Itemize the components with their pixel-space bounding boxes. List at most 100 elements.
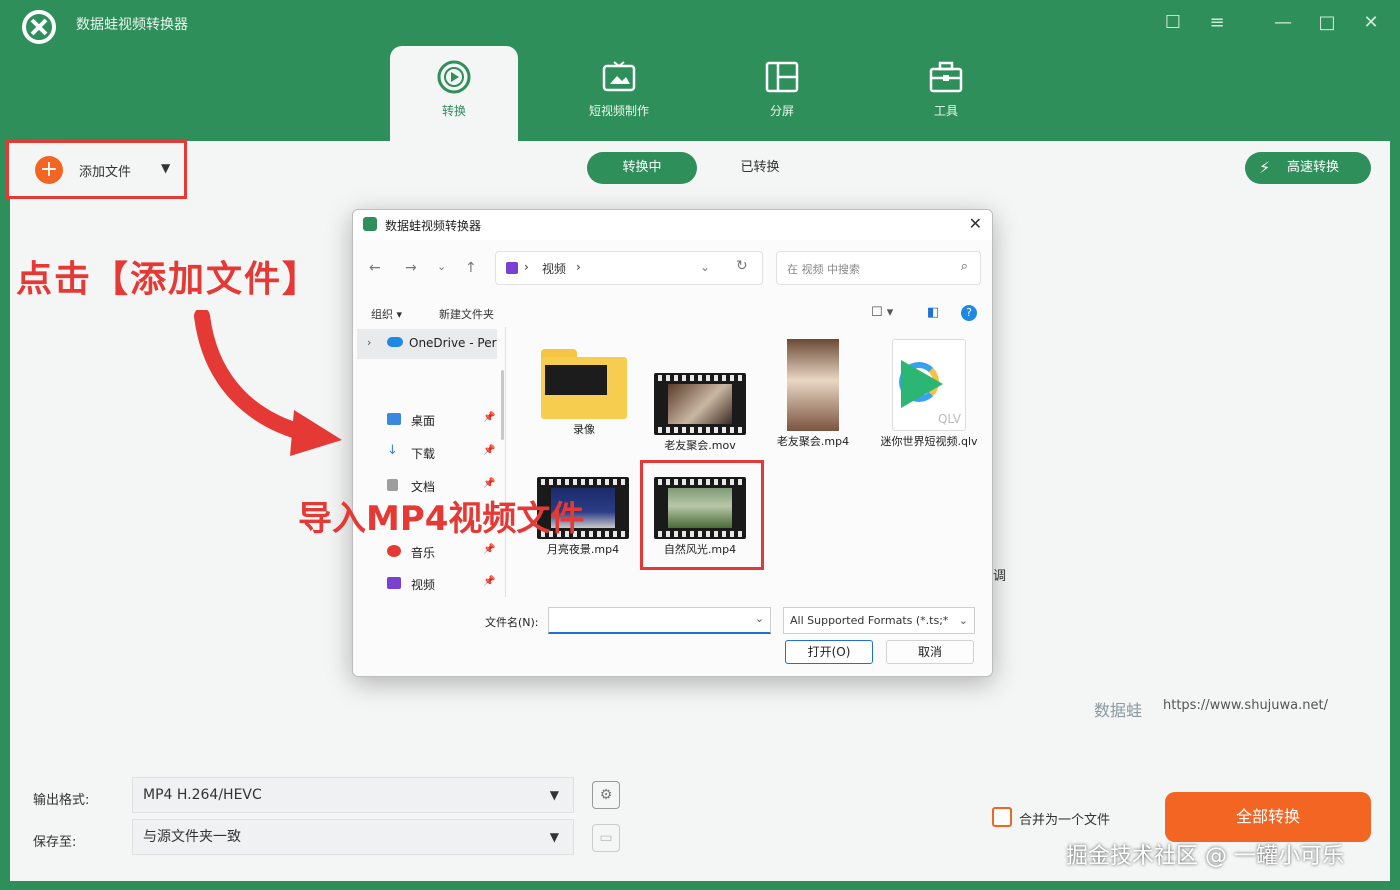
- app-window: 数据蛙视频转换器 ☐ ≡ — □ ✕ 转换 短视频制作 分屏 工具 + 添加文件…: [0, 0, 1400, 890]
- chevron-right-icon: ›: [576, 260, 581, 274]
- convert-icon: [437, 60, 471, 94]
- annotation-arrow-icon: [194, 310, 342, 456]
- merge-checkbox[interactable]: [992, 807, 1012, 827]
- nav-item-music[interactable]: 音乐 📌: [387, 539, 497, 565]
- organize-menu[interactable]: 组织 ▾: [371, 306, 402, 322]
- brand-url[interactable]: https://www.shujuwa.net/: [1163, 698, 1328, 713]
- filename-label: 文件名(N):: [485, 616, 539, 629]
- music-icon: [387, 545, 401, 557]
- chevron-right-icon[interactable]: ›: [367, 336, 371, 349]
- pane-divider: [505, 327, 506, 597]
- refresh-icon[interactable]: ↻: [736, 258, 748, 274]
- settings-icon[interactable]: ⚙: [592, 781, 620, 809]
- close-icon[interactable]: ✕: [969, 214, 982, 233]
- pin-icon: 📌: [483, 576, 496, 587]
- menu-icon[interactable]: ≡: [1204, 10, 1230, 36]
- view-options-icon[interactable]: ☐ ▾: [871, 305, 893, 320]
- folder-icon[interactable]: ▭: [592, 824, 620, 852]
- tab-tools[interactable]: 工具: [882, 46, 1010, 142]
- file-item-folder[interactable]: 录像: [534, 349, 634, 437]
- up-icon[interactable]: ↑: [465, 260, 477, 276]
- tab-label: 工具: [933, 104, 958, 118]
- file-type-select[interactable]: All Supported Formats (*.ts;* ⌄: [783, 607, 975, 634]
- nav-item-downloads[interactable]: ↓ 下载 📌: [387, 440, 497, 466]
- chevron-down-icon: ⌄: [958, 608, 968, 633]
- split-screen-icon: [765, 61, 799, 93]
- file-item-video[interactable]: 老友聚会.mov: [650, 373, 750, 453]
- file-name: 老友聚会.mp4: [776, 435, 850, 448]
- fast-convert-label: 高速转换: [1287, 160, 1340, 175]
- document-icon: [387, 479, 398, 491]
- app-logo-icon: [22, 10, 56, 44]
- side-note: 调: [993, 569, 1007, 584]
- chevron-down-icon: ▼: [549, 788, 559, 802]
- lightning-icon: ⚡: [1259, 158, 1271, 177]
- nav-item-label: 桌面: [411, 414, 436, 428]
- pin-icon: 📌: [483, 412, 496, 423]
- search-placeholder: 在 视频 中搜索: [787, 263, 860, 276]
- filename-input[interactable]: ⌄: [548, 607, 771, 634]
- forward-icon[interactable]: →: [405, 260, 417, 276]
- nav-item-label: OneDrive - Per: [409, 336, 497, 350]
- add-file-button[interactable]: + 添加文件 ▼: [6, 140, 187, 199]
- nav-item-label: 音乐: [411, 546, 436, 560]
- tab-split-screen[interactable]: 分屏: [718, 46, 846, 142]
- nav-item-desktop[interactable]: 桌面 📌: [387, 407, 497, 433]
- download-icon: ↓: [387, 443, 398, 458]
- search-input[interactable]: 在 视频 中搜索 ⌕: [776, 251, 981, 285]
- annotation-import-mp4: 导入MP4视频文件: [298, 499, 585, 539]
- minimize-icon[interactable]: —: [1270, 10, 1296, 36]
- save-to-select[interactable]: 与源文件夹一致 ▼: [132, 819, 574, 855]
- address-path[interactable]: 视频: [542, 260, 566, 277]
- tab-converting[interactable]: 转换中: [587, 152, 697, 184]
- merge-label: 合并为一个文件: [1019, 813, 1111, 828]
- preview-pane-icon[interactable]: ◧: [927, 305, 939, 320]
- onedrive-icon: [387, 337, 403, 347]
- file-item-video[interactable]: 老友聚会.mp4: [763, 339, 863, 449]
- maximize-icon[interactable]: □: [1314, 10, 1340, 36]
- chevron-down-icon[interactable]: ⌄: [437, 260, 446, 273]
- chevron-down-icon[interactable]: ⌄: [755, 612, 764, 625]
- new-folder-button[interactable]: 新建文件夹: [439, 306, 494, 322]
- file-type-value: All Supported Formats (*.ts;*: [790, 614, 949, 627]
- app-title: 数据蛙视频转换器: [76, 17, 188, 33]
- feedback-icon[interactable]: ☐: [1160, 10, 1186, 36]
- open-button[interactable]: 打开(O): [785, 640, 873, 664]
- tab-short-video[interactable]: 短视频制作: [555, 46, 683, 142]
- chevron-down-icon[interactable]: ⌄: [700, 260, 710, 274]
- file-item-qlv[interactable]: QLV 迷你世界短视频.qlv: [879, 339, 979, 449]
- open-file-dialog: 数据蛙视频转换器 ✕ ← → ⌄ ↑ › 视频 › ⌄ ↻ 在 视频 中搜索 ⌕…: [352, 209, 993, 677]
- tab-convert[interactable]: 转换: [390, 46, 518, 142]
- fast-convert-button[interactable]: ⚡ 高速转换: [1245, 152, 1371, 184]
- navigation-pane: › OneDrive - Per 桌面 📌 ↓ 下载 📌 文档 📌 音乐 📌 视…: [357, 327, 505, 597]
- save-to-label: 保存至:: [33, 835, 77, 850]
- app-logo-icon: [363, 217, 377, 231]
- desktop-icon: [387, 413, 401, 425]
- convert-all-button[interactable]: 全部转换: [1165, 792, 1371, 842]
- nav-item-label: 视频: [411, 578, 436, 592]
- tab-converted[interactable]: 已转换: [720, 152, 800, 184]
- output-format-select[interactable]: MP4 H.264/HEVC ▼: [132, 777, 574, 813]
- help-icon[interactable]: ?: [961, 305, 977, 321]
- folder-icon: [541, 349, 627, 419]
- video-file-icon: [654, 373, 746, 435]
- back-icon[interactable]: ←: [369, 260, 381, 276]
- nav-scrollbar[interactable]: [501, 370, 504, 440]
- nav-item-onedrive[interactable]: › OneDrive - Per: [357, 329, 497, 359]
- file-name: 老友聚会.mov: [664, 439, 736, 452]
- address-bar[interactable]: › 视频 › ⌄ ↻: [495, 251, 763, 285]
- cancel-button[interactable]: 取消: [886, 640, 974, 664]
- nav-item-videos[interactable]: 视频 📌: [387, 571, 497, 597]
- selection-highlight: [640, 460, 764, 570]
- qlv-file-icon: QLV: [892, 339, 966, 431]
- plus-icon: +: [35, 156, 63, 184]
- dialog-titlebar: 数据蛙视频转换器 ✕: [353, 210, 992, 240]
- chevron-down-icon[interactable]: ▼: [161, 161, 170, 175]
- close-icon[interactable]: ✕: [1358, 10, 1384, 36]
- short-video-icon: [602, 61, 636, 92]
- toolbox-icon: [929, 61, 963, 93]
- pin-icon: 📌: [483, 544, 496, 555]
- tab-label: 转换: [441, 104, 466, 118]
- dialog-title: 数据蛙视频转换器: [385, 219, 482, 233]
- tab-label: 短视频制作: [588, 104, 649, 118]
